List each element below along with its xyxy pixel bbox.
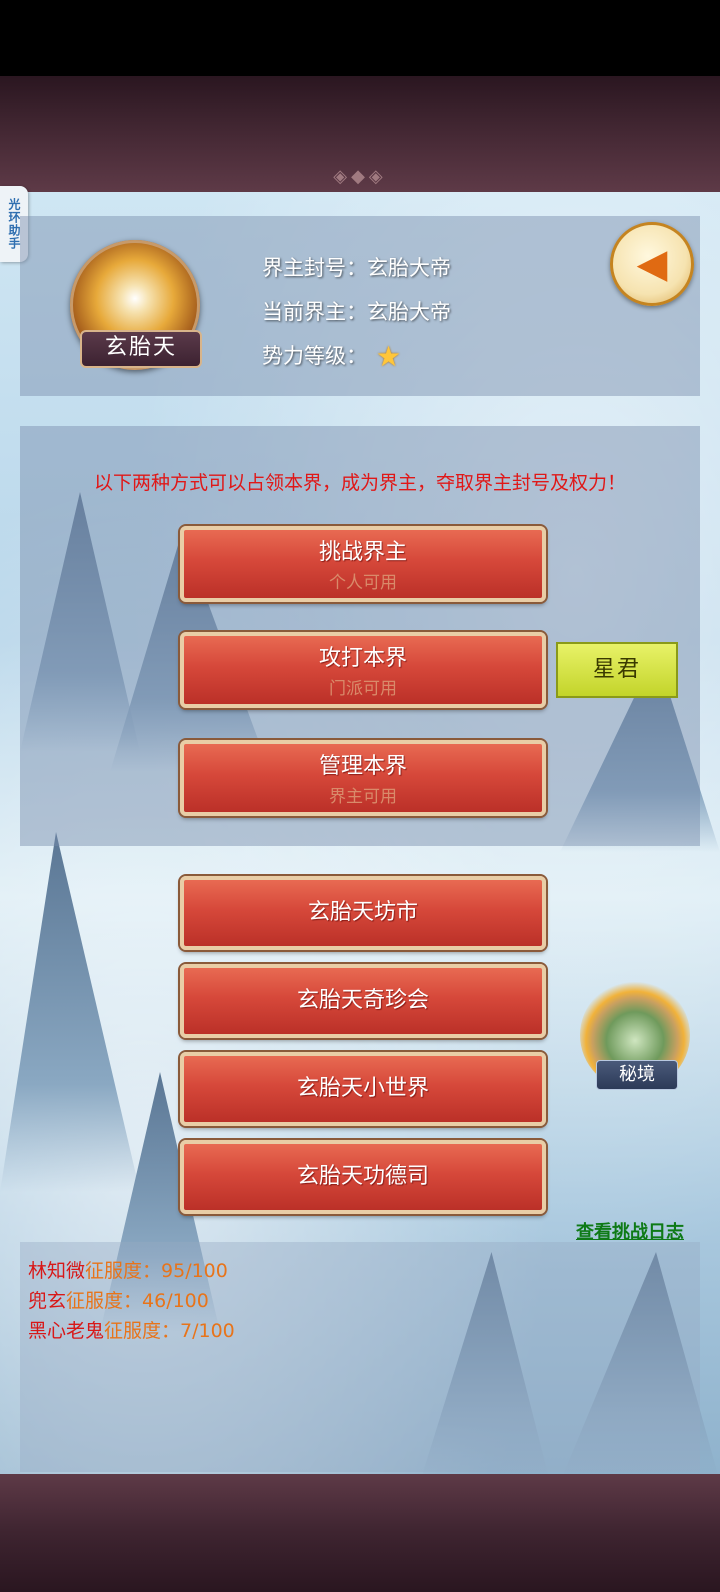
log-entry: 黑心老鬼征服度：7/100 bbox=[28, 1316, 235, 1343]
log-entry-value: 征服度：46/100 bbox=[66, 1290, 209, 1312]
manage-realm-button[interactable]: 管理本界 界主可用 bbox=[180, 740, 546, 816]
back-arrow-icon[interactable]: ◀ bbox=[610, 222, 694, 306]
attack-realm-label: 攻打本界 bbox=[318, 646, 407, 671]
occupy-notice: 以下两种方式可以占领本界，成为界主，夺取界主封号及权力！ bbox=[93, 472, 626, 494]
log-entry-name: 兜玄 bbox=[28, 1290, 67, 1312]
small-world-label: 玄胎天小世界 bbox=[296, 1076, 429, 1101]
treasure-fair-button[interactable]: 玄胎天奇珍会 bbox=[180, 964, 546, 1038]
small-world-button[interactable]: 玄胎天小世界 bbox=[180, 1052, 546, 1126]
challenge-lord-button[interactable]: 挑战界主 个人可用 bbox=[180, 526, 546, 602]
attack-realm-sub: 门派可用 bbox=[329, 679, 397, 699]
challenge-lord-label: 挑战界主 bbox=[318, 540, 407, 565]
treasure-fair-label: 玄胎天奇珍会 bbox=[296, 988, 429, 1013]
market-button[interactable]: 玄胎天坊市 bbox=[180, 876, 546, 950]
market-label: 玄胎天坊市 bbox=[307, 900, 418, 925]
power-level-label: 势力等级： bbox=[262, 344, 367, 368]
log-entry: 兜玄征服度：46/100 bbox=[28, 1286, 209, 1313]
manage-realm-sub: 界主可用 bbox=[329, 787, 397, 807]
merit-office-button[interactable]: 玄胎天功德司 bbox=[180, 1140, 546, 1214]
star-lord-button[interactable]: 星君 bbox=[556, 642, 678, 698]
log-entry-value: 征服度：7/100 bbox=[104, 1320, 235, 1342]
status-bar-area bbox=[0, 0, 720, 76]
view-challenge-log-link[interactable]: 查看挑战日志 bbox=[576, 1218, 684, 1244]
current-lord-text: 当前界主：玄胎大帝 bbox=[262, 300, 451, 324]
star-icon: ★ bbox=[376, 340, 402, 373]
attack-realm-button[interactable]: 攻打本界 门派可用 bbox=[180, 632, 546, 708]
bottom-frame bbox=[0, 1474, 720, 1592]
frame-ornament: ◈◆◈ bbox=[333, 166, 387, 187]
manage-realm-label: 管理本界 bbox=[318, 754, 407, 779]
log-entry-name: 林知微 bbox=[28, 1260, 86, 1282]
log-entry-name: 黑心老鬼 bbox=[28, 1320, 105, 1342]
secret-realm-label[interactable]: 秘境 bbox=[596, 1060, 678, 1090]
log-entry-value: 征服度：95/100 bbox=[85, 1260, 228, 1282]
log-entry: 林知微征服度：95/100 bbox=[28, 1256, 228, 1283]
realm-title-text: 界主封号：玄胎大帝 bbox=[262, 256, 451, 280]
merit-office-label: 玄胎天功德司 bbox=[296, 1164, 429, 1189]
challenge-lord-sub: 个人可用 bbox=[329, 573, 397, 593]
realm-name-plate: 玄胎天 bbox=[80, 330, 202, 368]
